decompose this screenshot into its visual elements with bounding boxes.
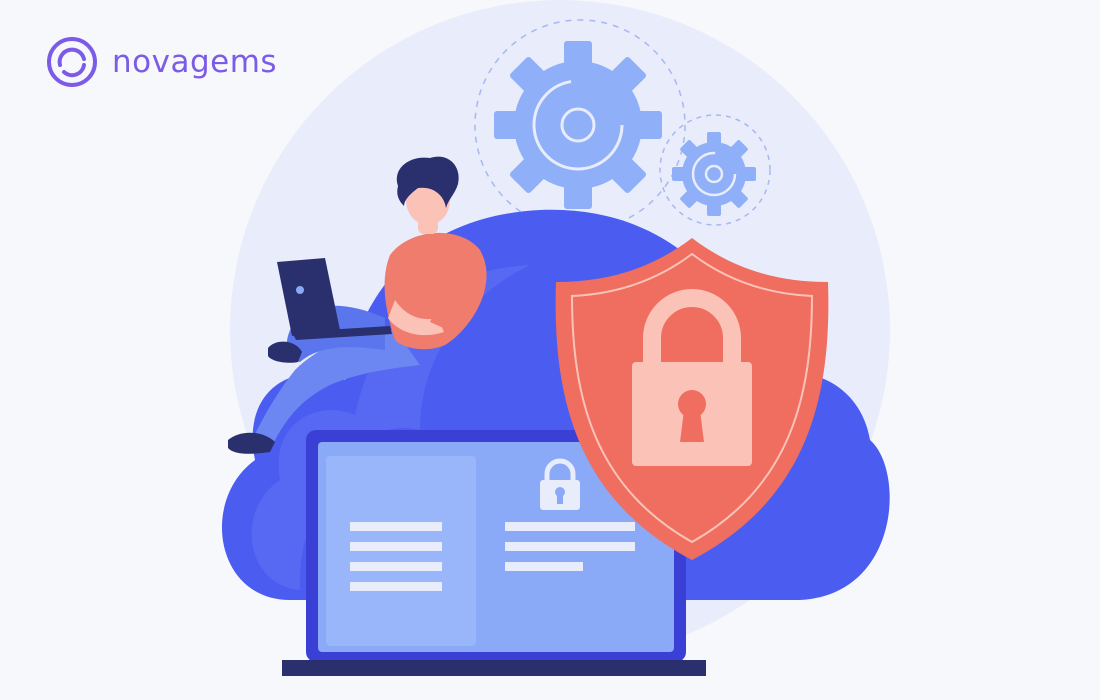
page: novagems <box>0 0 1100 700</box>
gear-icon <box>672 132 756 216</box>
gear-icon <box>494 41 662 209</box>
cloud-security-illustration <box>221 0 890 676</box>
